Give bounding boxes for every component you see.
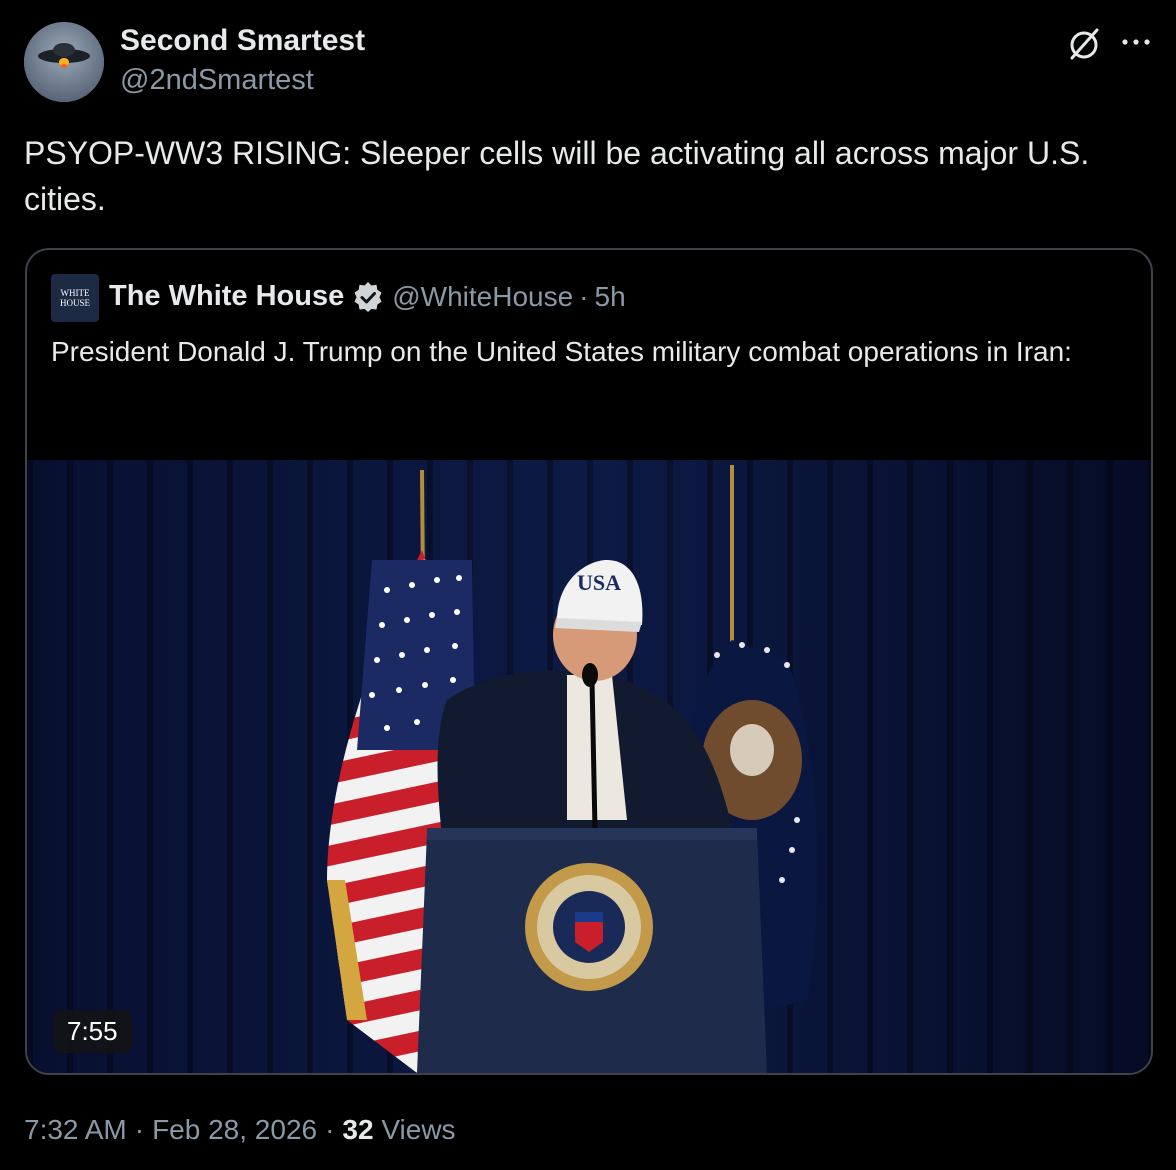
quoted-author-name[interactable]: The White House [109, 280, 344, 313]
more-options-icon[interactable] [1118, 24, 1154, 60]
tweet-footer: 7:32 AM · Feb 28, 2026 · 32 Views [24, 1114, 456, 1146]
cap-text: USA [577, 570, 621, 595]
author-avatar[interactable] [24, 22, 104, 102]
separator-dot: · [325, 1114, 335, 1145]
separator-dot: · [579, 280, 589, 312]
quoted-avatar-logo: WHITE HOUSE [59, 288, 90, 308]
separator-dot: · [134, 1114, 145, 1145]
quoted-author-handle[interactable]: @WhiteHouse [392, 281, 573, 313]
quoted-tweet-header: The White House @WhiteHouse · 5h [109, 280, 626, 313]
grok-icon[interactable] [1064, 24, 1104, 64]
ufo-avatar-icon [24, 22, 104, 102]
video-thumbnail: USA [27, 460, 1151, 1073]
video-duration: 7:55 [53, 1010, 132, 1053]
author-handle[interactable]: @2ndSmartest [120, 64, 314, 97]
views-label[interactable]: Views [381, 1114, 455, 1145]
tweet-time[interactable]: 7:32 AM [24, 1114, 127, 1145]
tweet-text: PSYOP-WW3 RISING: Sleeper cells will be … [24, 135, 1090, 217]
quoted-tweet-time[interactable]: 5h [595, 281, 626, 313]
quoted-author-avatar[interactable]: WHITE HOUSE [51, 274, 99, 322]
views-count[interactable]: 32 [342, 1114, 373, 1145]
verified-badge-icon [354, 281, 382, 312]
quoted-tweet-card[interactable]: WHITE HOUSE The White House @WhiteHouse … [25, 248, 1153, 1075]
quoted-tweet-text: President Donald J. Trump on the United … [51, 336, 1072, 367]
author-name[interactable]: Second Smartest [120, 24, 365, 58]
tweet-date[interactable]: Feb 28, 2026 [152, 1114, 317, 1145]
video-player[interactable]: USA 7:55 [27, 460, 1151, 1073]
tweet-page: Second Smartest @2ndSmartest PSYOP-WW3 R… [0, 0, 1176, 1170]
